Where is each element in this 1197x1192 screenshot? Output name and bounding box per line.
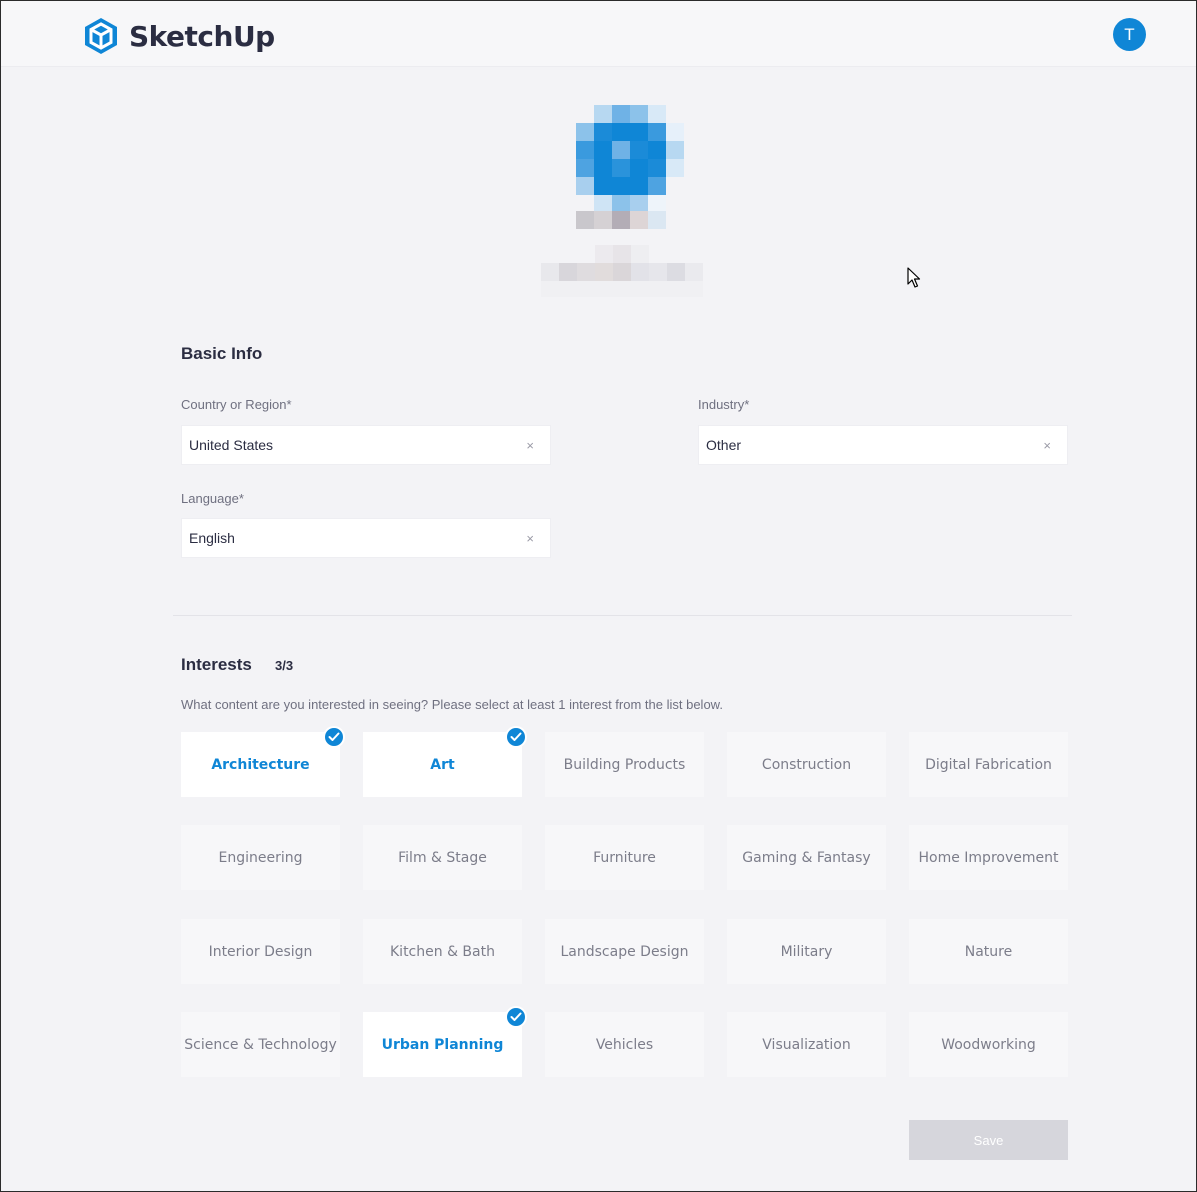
country-label: Country or Region* <box>181 397 292 412</box>
interest-tile[interactable]: Engineering <box>181 825 340 890</box>
interest-tile[interactable]: Digital Fabrication <box>909 732 1068 797</box>
interest-label: Architecture <box>211 756 310 773</box>
interest-tile[interactable]: Visualization <box>727 1012 886 1077</box>
interests-hint: What content are you interested in seein… <box>181 697 723 712</box>
country-select[interactable]: United States × <box>181 425 551 465</box>
interest-tile[interactable]: Vehicles <box>545 1012 704 1077</box>
interest-label: Film & Stage <box>398 849 487 866</box>
basic-info-heading: Basic Info <box>181 344 263 363</box>
clear-country-icon[interactable]: × <box>526 438 534 453</box>
interest-label: Urban Planning <box>381 1036 504 1053</box>
interests-count: 3/3 <box>275 658 294 673</box>
clear-language-icon[interactable]: × <box>526 531 534 546</box>
country-value: United States <box>189 437 274 453</box>
interest-label: Science & Technology <box>184 1036 337 1053</box>
interest-tile[interactable]: Construction <box>727 732 886 797</box>
interest-label: Interior Design <box>208 943 313 960</box>
checkmark-icon <box>505 726 527 748</box>
interest-label: Art <box>430 756 455 773</box>
interest-label: Building Products <box>563 756 686 773</box>
industry-select[interactable]: Other × <box>698 425 1068 465</box>
clear-industry-icon[interactable]: × <box>1043 438 1051 453</box>
checkmark-icon <box>505 1006 527 1028</box>
user-avatar-button[interactable]: T <box>1113 18 1146 51</box>
interest-tile[interactable]: Landscape Design <box>545 919 704 984</box>
interest-tile[interactable]: Gaming & Fantasy <box>727 825 886 890</box>
interest-tile[interactable]: Art <box>363 726 527 797</box>
interest-tile[interactable]: Kitchen & Bath <box>363 919 522 984</box>
save-button[interactable]: Save <box>909 1120 1068 1160</box>
brand-name: SketchUp <box>129 19 275 53</box>
interest-label: Construction <box>761 756 852 773</box>
interest-label: Kitchen & Bath <box>390 943 495 960</box>
interest-label: Military <box>780 943 833 960</box>
interest-label: Home Improvement <box>918 849 1059 866</box>
interest-label: Gaming & Fantasy <box>742 849 871 866</box>
interest-tile[interactable]: Furniture <box>545 825 704 890</box>
interest-label: Engineering <box>218 849 303 866</box>
interest-tile[interactable]: Urban Planning <box>363 1006 527 1077</box>
interest-tile[interactable]: Building Products <box>545 732 704 797</box>
sketchup-logo[interactable]: SketchUp <box>83 17 275 55</box>
section-divider <box>173 615 1072 616</box>
interest-tile[interactable]: Military <box>727 919 886 984</box>
interest-label: Digital Fabrication <box>925 756 1052 773</box>
interest-tile[interactable]: Nature <box>909 919 1068 984</box>
interests-heading: Interests <box>181 655 252 674</box>
interest-tile[interactable]: Home Improvement <box>909 825 1068 890</box>
top-bar: SketchUp T <box>1 1 1196 67</box>
interest-tile[interactable]: Architecture <box>181 726 345 797</box>
interest-label: Vehicles <box>595 1036 654 1053</box>
profile-name-redacted <box>541 245 703 297</box>
language-value: English <box>189 530 235 546</box>
interest-label: Furniture <box>593 849 656 866</box>
interest-label: Visualization <box>762 1036 851 1053</box>
checkmark-icon <box>323 726 345 748</box>
interest-tile[interactable]: Science & Technology <box>181 1012 340 1077</box>
interest-label: Landscape Design <box>560 943 689 960</box>
language-label: Language* <box>181 491 244 506</box>
industry-label: Industry* <box>698 397 750 412</box>
language-select[interactable]: English × <box>181 518 551 558</box>
interest-label: Nature <box>964 943 1013 960</box>
mouse-cursor-icon <box>907 267 921 288</box>
industry-value: Other <box>706 437 742 453</box>
interest-label: Woodworking <box>941 1036 1036 1053</box>
sketchup-logo-icon <box>85 18 117 54</box>
interest-tile[interactable]: Film & Stage <box>363 825 522 890</box>
profile-picture[interactable] <box>576 105 684 229</box>
interest-tile[interactable]: Woodworking <box>909 1012 1068 1077</box>
interest-tile[interactable]: Interior Design <box>181 919 340 984</box>
